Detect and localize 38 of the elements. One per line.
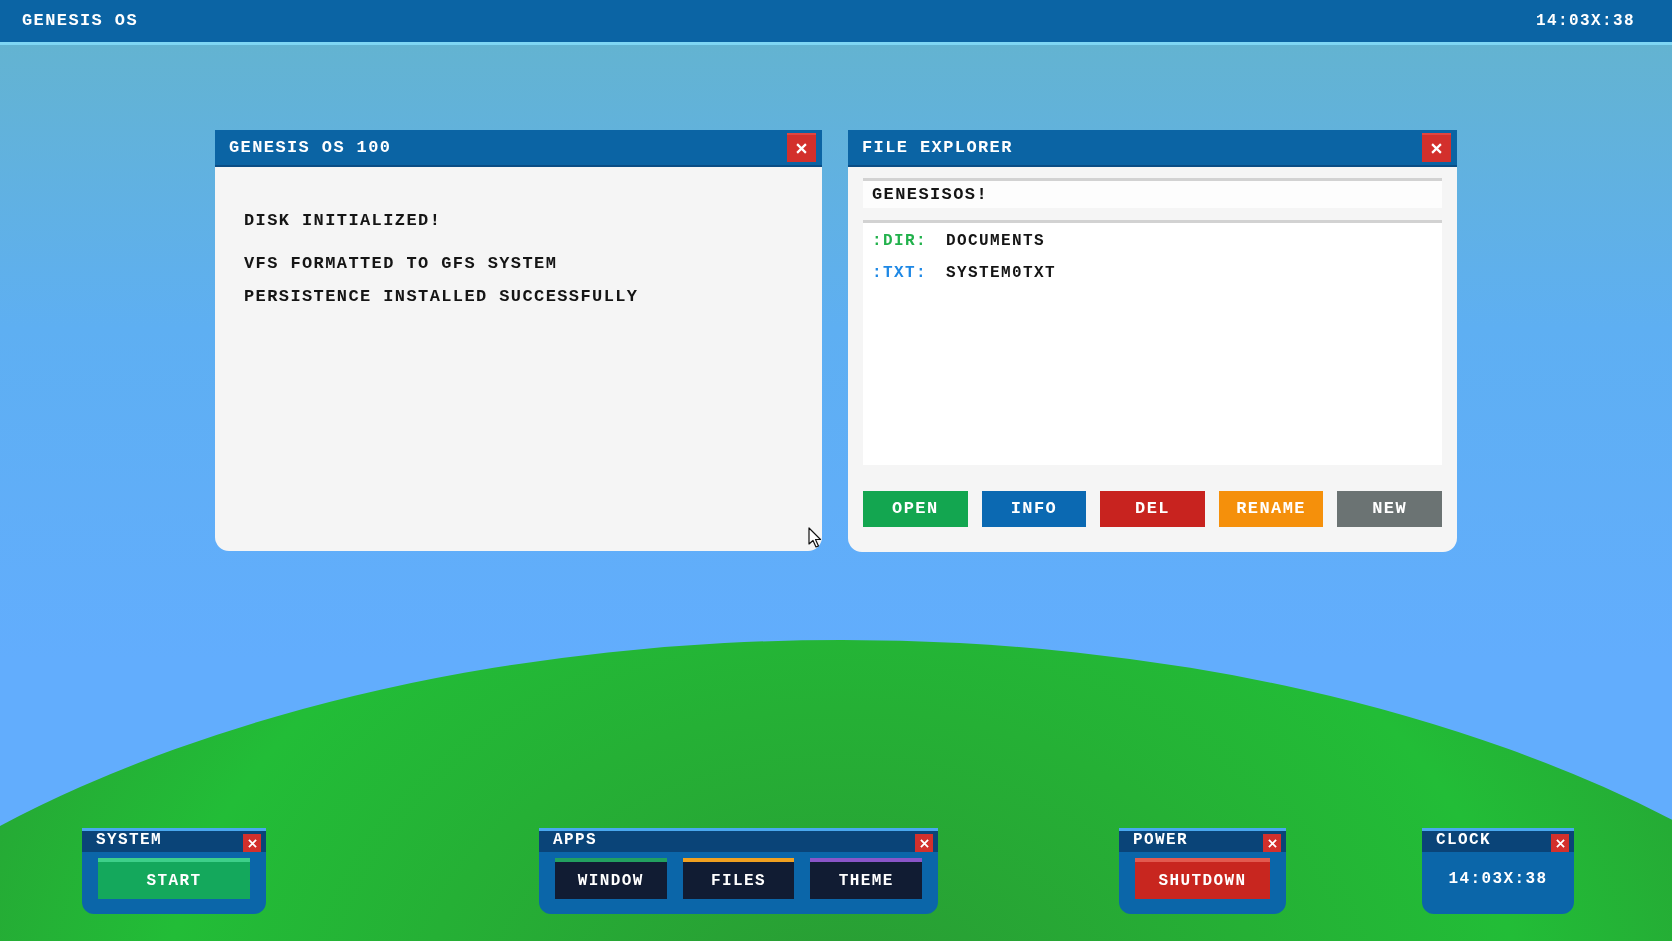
widget-title: CLOCK	[1436, 831, 1491, 851]
close-button[interactable]	[787, 133, 816, 162]
clock-text: 14:03X:38	[1536, 11, 1635, 31]
close-icon	[919, 838, 929, 848]
window-title: FILE EXPLORER	[862, 137, 1013, 158]
path-bar: GENESISOS!	[863, 178, 1442, 208]
close-icon	[1431, 143, 1442, 154]
close-icon	[796, 143, 807, 154]
taskbar-button[interactable]: SHUTDOWN	[1135, 858, 1270, 899]
window-title: GENESIS OS 100	[229, 137, 392, 158]
close-icon	[1267, 838, 1277, 848]
taskbar-button[interactable]: THEME	[810, 858, 922, 899]
log-line: VFS FORMATTED TO GFS SYSTEM	[244, 254, 558, 274]
taskbar-button[interactable]: FILES	[682, 858, 795, 899]
close-button[interactable]	[1263, 834, 1281, 852]
taskbar-button[interactable]: START	[98, 858, 250, 899]
close-button[interactable]	[1551, 834, 1569, 852]
file-name[interactable]: DOCUMENTS	[946, 231, 1045, 251]
close-button[interactable]	[1422, 133, 1451, 162]
close-button[interactable]	[915, 834, 933, 852]
close-button[interactable]	[243, 834, 261, 852]
close-icon	[247, 838, 257, 848]
action-button[interactable]: NEW	[1337, 491, 1442, 527]
action-button[interactable]: OPEN	[863, 491, 968, 527]
os-title: GENESIS OS	[22, 11, 139, 31]
file-type-label: :DIR:	[872, 231, 928, 251]
action-button[interactable]: INFO	[981, 491, 1087, 527]
action-button[interactable]: DEL	[1100, 491, 1205, 527]
close-icon	[1555, 838, 1565, 848]
widget-title: POWER	[1133, 831, 1188, 851]
taskbar-button[interactable]: WINDOW	[555, 858, 667, 899]
log-line: PERSISTENCE INSTALLED SUCCESSFULLY	[244, 287, 639, 307]
file-type-label: :TXT:	[872, 263, 928, 283]
log-line: DISK INITIALIZED!	[244, 211, 442, 231]
clock-text: 14:03X:38	[1448, 869, 1548, 889]
widget-title: APPS	[553, 831, 597, 851]
widget-title: SYSTEM	[96, 831, 162, 851]
file-name[interactable]: SYSTEM0TXT	[946, 263, 1056, 283]
